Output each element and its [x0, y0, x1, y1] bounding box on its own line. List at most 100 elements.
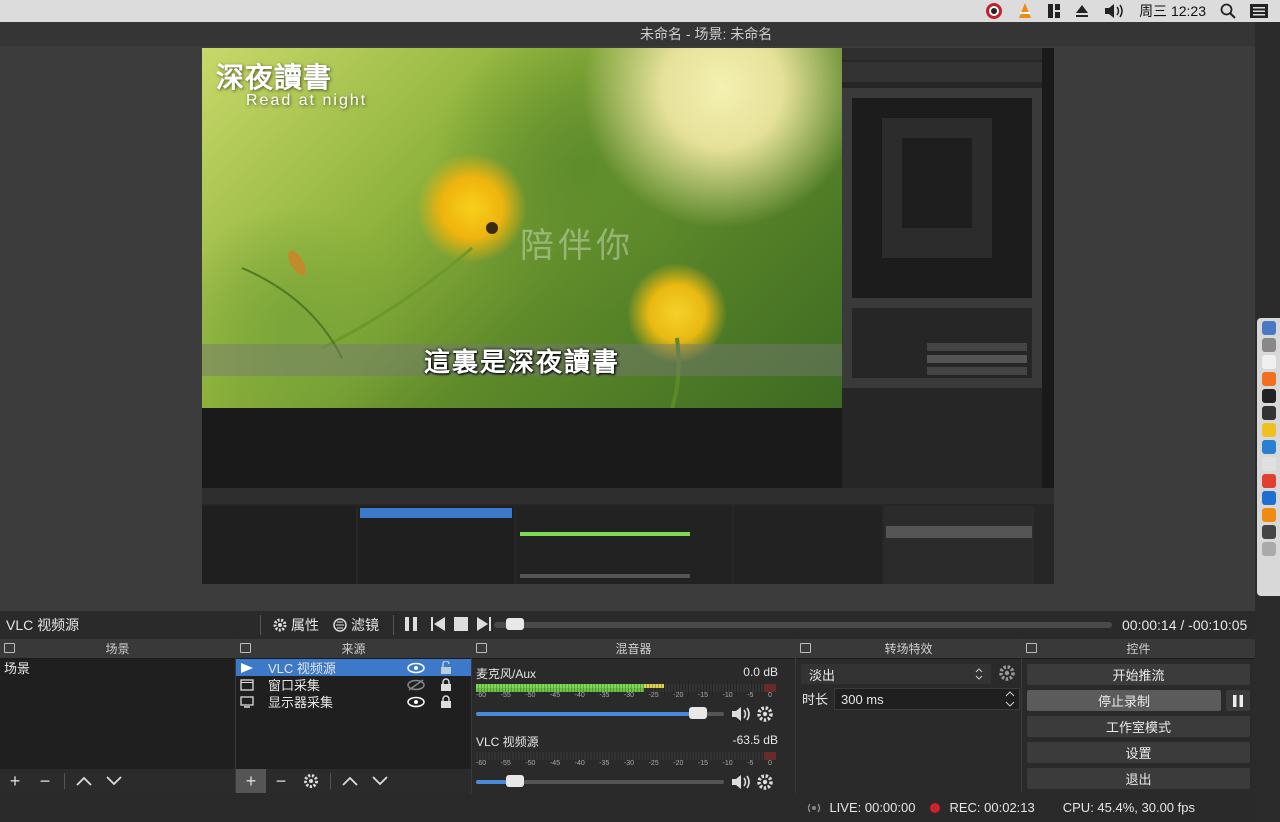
- next-button[interactable]: [476, 616, 492, 635]
- volume-handle[interactable]: [689, 707, 707, 719]
- obs-icon[interactable]: [985, 0, 1003, 22]
- app-icon[interactable]: [1261, 372, 1276, 386]
- eject-icon[interactable]: [1075, 0, 1089, 22]
- clock-text[interactable]: 周三 12:23: [1139, 0, 1206, 22]
- remove-scene-button[interactable]: −: [30, 769, 60, 793]
- stop-record-button[interactable]: 停止录制: [1026, 689, 1222, 712]
- speaker-icon[interactable]: [730, 773, 752, 791]
- studio-mode-button[interactable]: 工作室模式: [1026, 715, 1251, 738]
- undock-icon[interactable]: [476, 643, 487, 653]
- chevron-up-icon: [76, 776, 92, 786]
- volume-icon[interactable]: [1103, 0, 1125, 22]
- undock-icon[interactable]: [800, 643, 811, 653]
- app-icon[interactable]: [1261, 406, 1276, 420]
- scenes-title: 场景: [105, 642, 130, 656]
- vlc-video-frame[interactable]: 深夜讀書 Read at night 陪伴你 這裏是深夜讀書: [202, 48, 842, 408]
- move-up-button[interactable]: [335, 769, 365, 793]
- scenes-list[interactable]: 场景: [0, 659, 235, 769]
- transition-settings-button[interactable]: [998, 664, 1016, 685]
- undock-icon[interactable]: [1026, 643, 1037, 653]
- meter-scale-tick: -50: [525, 692, 536, 699]
- previous-button[interactable]: [430, 616, 446, 635]
- lock-icon[interactable]: [439, 694, 453, 709]
- volume-slider[interactable]: [476, 707, 724, 719]
- eye-hidden-icon[interactable]: [407, 678, 425, 691]
- preview-area[interactable]: 深夜讀書 Read at night 陪伴你 這裏是深夜讀書: [0, 46, 1280, 611]
- spinner-icon[interactable]: [1005, 690, 1015, 708]
- layout-icon[interactable]: [1047, 0, 1061, 22]
- mixer-channel: VLC 视频源 -63.5 dB -60 -55 -50 -45 -40 -35 -30 -25-…: [476, 733, 778, 791]
- add-scene-button[interactable]: +: [0, 769, 30, 793]
- pause-icon: [1233, 694, 1243, 707]
- pause-icon: [405, 616, 417, 631]
- vlc-icon[interactable]: [1261, 508, 1276, 522]
- meter-scale-tick: -35: [599, 760, 610, 767]
- meter-scale-tick: -50: [525, 760, 536, 767]
- speaker-icon[interactable]: [730, 705, 752, 723]
- terminal-icon[interactable]: [1261, 389, 1276, 403]
- transition-select[interactable]: 淡出: [800, 663, 992, 685]
- menu-list-icon[interactable]: [1250, 0, 1268, 22]
- obs-icon[interactable]: [1261, 525, 1276, 539]
- seek-handle[interactable]: [506, 618, 524, 630]
- gear-icon[interactable]: [756, 773, 774, 791]
- volume-slider[interactable]: [476, 775, 724, 787]
- finder-icon[interactable]: [1261, 321, 1276, 335]
- meter-scale-tick: -45: [549, 692, 561, 699]
- vlc-icon[interactable]: [1017, 0, 1033, 22]
- scenes-panel: 场景 场景 + −: [0, 639, 236, 793]
- unlock-icon[interactable]: [439, 660, 453, 675]
- controls-title: 控件: [1126, 642, 1151, 656]
- source-item-window[interactable]: 窗口采集: [236, 676, 471, 693]
- move-down-button[interactable]: [365, 769, 395, 793]
- start-stream-button[interactable]: 开始推流: [1026, 663, 1251, 686]
- channel-logo: 深夜讀書 Read at night: [216, 56, 367, 110]
- move-up-button[interactable]: [69, 769, 99, 793]
- app-icon[interactable]: [1261, 457, 1276, 471]
- updown-chevron-icon: [975, 668, 983, 680]
- media-seek-slider[interactable]: [494, 618, 1112, 630]
- app-icon[interactable]: [1261, 423, 1276, 437]
- eye-icon[interactable]: [407, 696, 425, 708]
- meter-scale: -60 -55 -50 -45 -40 -35 -30 -25 -20 -15 -10 -5 0: [476, 692, 772, 699]
- volume-handle[interactable]: [506, 775, 524, 787]
- gear-icon[interactable]: [756, 705, 774, 723]
- trash-icon[interactable]: [1261, 542, 1276, 556]
- chevron-down-icon: [372, 776, 388, 786]
- search-icon[interactable]: [1220, 0, 1236, 22]
- play-icon: [241, 662, 253, 673]
- source-item-display[interactable]: 显示器采集: [236, 693, 471, 710]
- active-source-name: VLC 视频源: [6, 617, 80, 633]
- nested-panels: [202, 488, 1054, 584]
- stop-icon: [454, 616, 468, 631]
- monitor-icon: [240, 695, 254, 708]
- chrome-icon[interactable]: [1261, 474, 1276, 488]
- source-properties-button[interactable]: [296, 769, 326, 793]
- move-down-button[interactable]: [99, 769, 129, 793]
- duration-input[interactable]: 300 ms: [834, 688, 1020, 710]
- pause-button[interactable]: [404, 616, 418, 635]
- mixer-channel: 麦克风/Aux 0.0 dB -60 -55 -50 -45 -40 -35 -30 -25 -20…: [476, 665, 778, 723]
- scene-item[interactable]: 场景: [0, 659, 235, 676]
- meter-scale-tick: -60: [476, 692, 487, 699]
- preview-canvas[interactable]: 深夜讀書 Read at night 陪伴你 這裏是深夜讀書: [202, 48, 1054, 584]
- add-source-button[interactable]: +: [236, 769, 266, 793]
- filters-button[interactable]: 滤镜: [333, 615, 379, 635]
- undock-icon[interactable]: [4, 643, 15, 653]
- exit-button[interactable]: 退出: [1026, 767, 1251, 790]
- eye-icon[interactable]: [407, 662, 425, 674]
- undock-icon[interactable]: [240, 643, 251, 653]
- remove-source-button[interactable]: −: [266, 769, 296, 793]
- sources-list[interactable]: VLC 视频源 窗口采集 显示器采集: [236, 659, 471, 769]
- properties-button[interactable]: 属性: [273, 615, 319, 635]
- vscode-icon[interactable]: [1261, 440, 1276, 454]
- source-item-vlc[interactable]: VLC 视频源: [236, 659, 471, 676]
- source-label: 显示器采集: [268, 695, 334, 710]
- app-icon[interactable]: [1261, 491, 1276, 505]
- app-icon[interactable]: [1261, 355, 1276, 369]
- pause-record-button[interactable]: [1225, 689, 1251, 712]
- app-icon[interactable]: [1261, 338, 1276, 352]
- lock-icon[interactable]: [439, 677, 453, 692]
- stop-button[interactable]: [454, 616, 468, 634]
- settings-button[interactable]: 设置: [1026, 741, 1251, 764]
